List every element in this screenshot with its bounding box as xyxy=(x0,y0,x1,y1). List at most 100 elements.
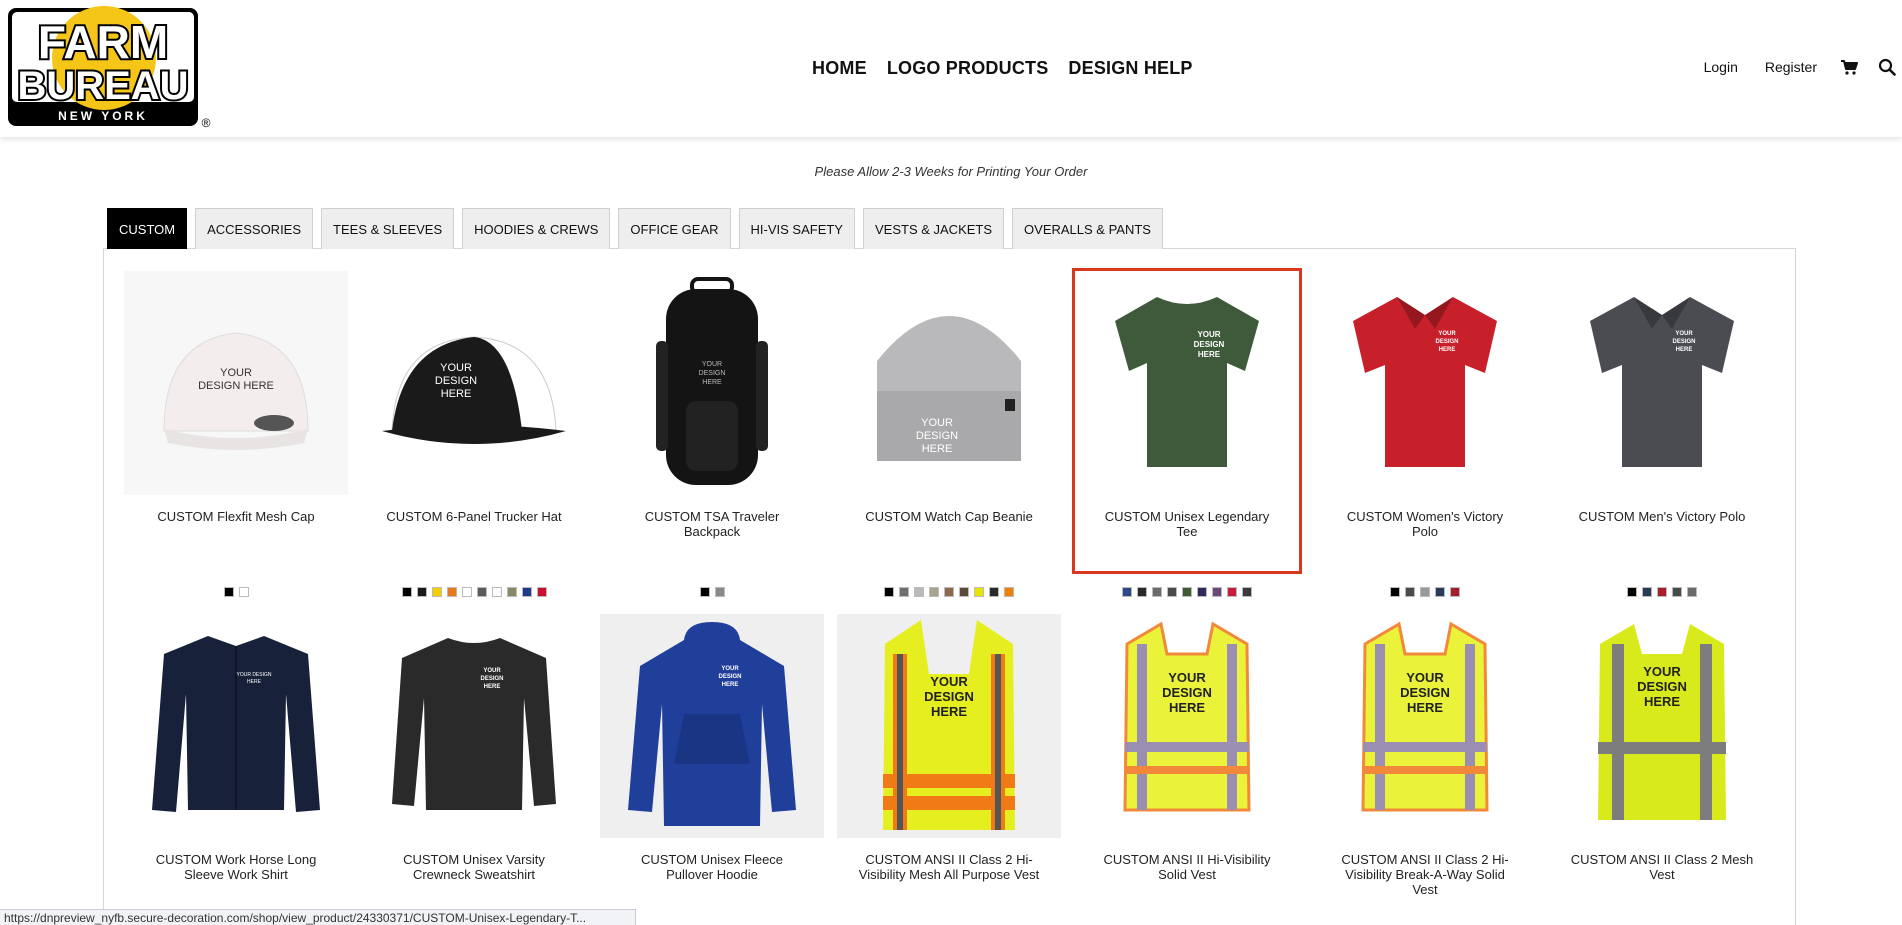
color-swatch[interactable] xyxy=(1687,587,1697,597)
color-swatch[interactable] xyxy=(446,587,457,597)
color-swatch[interactable] xyxy=(1242,587,1252,597)
color-swatch[interactable] xyxy=(959,587,969,597)
product-image[interactable]: YOURDESIGNHERE xyxy=(600,614,824,838)
color-swatch[interactable] xyxy=(1672,587,1682,597)
color-swatch[interactable] xyxy=(401,587,412,597)
product-name[interactable]: CUSTOM Unisex Legendary Tee xyxy=(1075,509,1299,539)
product-image[interactable]: YOURDESIGN HERE xyxy=(124,271,348,495)
product-name[interactable]: CUSTOM Flexfit Mesh Cap xyxy=(124,509,348,524)
color-swatch[interactable] xyxy=(521,587,532,597)
product-card[interactable]: YOUR DESIGN HERE CUSTOM Flexfit Mesh Cap xyxy=(124,271,348,571)
register-link[interactable]: Register xyxy=(1765,59,1817,75)
color-swatch[interactable] xyxy=(944,587,954,597)
color-swatch[interactable] xyxy=(431,587,442,597)
product-card[interactable]: YOUR DESIGN HERE CUSTOM Women's Victory Pol… xyxy=(1313,271,1537,571)
color-swatch[interactable] xyxy=(536,587,547,597)
color-swatch[interactable] xyxy=(974,587,984,597)
color-swatch[interactable] xyxy=(506,587,517,597)
product-image[interactable]: YOURDESIGNHERE xyxy=(1550,271,1774,495)
product-name[interactable]: CUSTOM ANSI II Class 2 Hi-Visibility Bre… xyxy=(1313,852,1537,897)
color-swatch[interactable] xyxy=(929,587,939,597)
product-name[interactable]: CUSTOM Men's Victory Polo xyxy=(1550,509,1774,524)
color-swatch[interactable] xyxy=(1435,587,1445,597)
cart-icon[interactable] xyxy=(1840,58,1858,76)
tab-vests-jackets[interactable]: VESTS & JACKETS xyxy=(862,208,1005,249)
product-card[interactable]: YOUR DESIGN HERE CUSTOM 6-Panel Trucker Hat xyxy=(362,271,586,571)
color-swatch[interactable] xyxy=(1642,587,1652,597)
product-name[interactable]: CUSTOM 6-Panel Trucker Hat xyxy=(362,509,586,524)
product-card[interactable]: YOUR DESIGN HERE CUSTOM ANSI II Class 2 Hi-… xyxy=(1313,614,1537,925)
product-image[interactable]: YOURDESIGNHERE xyxy=(362,271,586,495)
product-image[interactable]: YOURDESIGNHERE xyxy=(837,271,1061,495)
color-swatch[interactable] xyxy=(899,587,909,597)
tab-hi-vis-safety[interactable]: HI-VIS SAFETY xyxy=(738,208,855,249)
color-swatch[interactable] xyxy=(491,587,502,597)
color-swatch[interactable] xyxy=(1212,587,1222,597)
nav-logo-products[interactable]: LOGO PRODUCTS xyxy=(887,58,1049,79)
product-card[interactable]: YOUR DESIGN HERE CUSTOM Unisex Fleece Pullo… xyxy=(600,614,824,925)
color-swatch[interactable] xyxy=(461,587,472,597)
product-image[interactable]: YOURDESIGNHERE xyxy=(1313,614,1537,838)
product-image[interactable]: YOURDESIGNHERE xyxy=(1313,271,1537,495)
product-name[interactable]: CUSTOM ANSI II Class 2 Mesh Vest xyxy=(1550,852,1774,882)
product-image[interactable]: YOURDESIGNHERE xyxy=(600,271,824,495)
color-swatch[interactable] xyxy=(1450,587,1460,597)
search-icon[interactable] xyxy=(1878,58,1896,76)
nav-design-help[interactable]: DESIGN HELP xyxy=(1068,58,1192,79)
product-name[interactable]: CUSTOM Unisex Varsity Crewneck Sweatshir… xyxy=(362,852,586,882)
product-card[interactable]: YOUR DESIGN HERE CUSTOM Men's Victory Polo xyxy=(1550,271,1774,571)
color-swatch[interactable] xyxy=(1182,587,1192,597)
product-card[interactable]: YOUR DESIGN HERE CUSTOM Unisex Legendary Te… xyxy=(1072,268,1302,574)
color-swatch[interactable] xyxy=(1420,587,1430,597)
product-name[interactable]: CUSTOM ANSI II Class 2 Hi-Visibility Mes… xyxy=(837,852,1061,882)
tab-overalls-pants[interactable]: OVERALLS & PANTS xyxy=(1012,208,1163,249)
color-swatch[interactable] xyxy=(1657,587,1667,597)
tab-tees-sleeves[interactable]: TEES & SLEEVES xyxy=(321,208,455,249)
product-name[interactable]: CUSTOM Unisex Fleece Pullover Hoodie xyxy=(600,852,824,882)
color-swatch[interactable] xyxy=(1004,587,1014,597)
color-swatch[interactable] xyxy=(714,587,725,597)
product-name[interactable]: CUSTOM Women's Victory Polo xyxy=(1313,509,1537,539)
color-swatch[interactable] xyxy=(416,587,427,597)
color-swatch[interactable] xyxy=(1627,587,1637,597)
color-swatch[interactable] xyxy=(238,587,249,597)
tab-office-gear[interactable]: OFFICE GEAR xyxy=(618,208,731,249)
tab-accessories[interactable]: ACCESSORIES xyxy=(195,208,314,249)
farm-bureau-logo[interactable]: FARM BUREAU NEW YORK ® xyxy=(6,6,214,130)
tab-hoodies-crews[interactable]: HOODIES & CREWS xyxy=(462,208,611,249)
product-name[interactable]: CUSTOM Work Horse Long Sleeve Work Shirt xyxy=(124,852,348,882)
tab-custom[interactable]: CUSTOM xyxy=(107,208,188,249)
login-link[interactable]: Login xyxy=(1704,59,1738,75)
product-card[interactable]: YOUR DESIGN HERE CUSTOM ANSI II Class 2 Mes… xyxy=(1550,614,1774,925)
color-swatch[interactable] xyxy=(1390,587,1400,597)
color-swatch[interactable] xyxy=(1167,587,1177,597)
product-card[interactable]: YOUR DESIGN HERE CUSTOM Unisex Varsity Crew… xyxy=(362,614,586,925)
product-card[interactable]: YOUR DESIGN HERE CUSTOM ANSI II Hi-Visibili… xyxy=(1075,614,1299,925)
color-swatch[interactable] xyxy=(1122,587,1132,597)
color-swatch[interactable] xyxy=(989,587,999,597)
color-swatch[interactable] xyxy=(476,587,487,597)
product-image[interactable]: YOURDESIGNHERE xyxy=(837,614,1061,838)
product-card[interactable]: YOUR DESIGN HERE CUSTOM TSA Traveler Backpa… xyxy=(600,271,824,571)
color-swatch[interactable] xyxy=(1137,587,1147,597)
color-swatch[interactable] xyxy=(1405,587,1415,597)
color-swatch[interactable] xyxy=(914,587,924,597)
product-image[interactable]: YOURDESIGNHERE xyxy=(1075,614,1299,838)
color-swatch[interactable] xyxy=(884,587,894,597)
product-image[interactable]: YOURDESIGNHERE xyxy=(1075,271,1299,495)
product-card[interactable]: YOUR DESIGN HERE CUSTOM Work Horse Long Sl… xyxy=(124,614,348,925)
product-image[interactable]: YOUR DESIGNHERE xyxy=(124,614,348,838)
color-swatch[interactable] xyxy=(1227,587,1237,597)
product-name[interactable]: CUSTOM ANSI II Hi-Visibility Solid Vest xyxy=(1075,852,1299,882)
product-image[interactable]: YOURDESIGNHERE xyxy=(1550,614,1774,838)
nav-home[interactable]: HOME xyxy=(812,58,867,79)
color-swatch[interactable] xyxy=(1152,587,1162,597)
product-image[interactable]: YOURDESIGNHERE xyxy=(362,614,586,838)
product-card[interactable]: YOUR DESIGN HERE CUSTOM ANSI II Class 2 Hi-… xyxy=(837,614,1061,925)
color-swatch[interactable] xyxy=(1197,587,1207,597)
color-swatch[interactable] xyxy=(699,587,710,597)
product-name[interactable]: CUSTOM TSA Traveler Backpack xyxy=(600,509,824,539)
color-swatch[interactable] xyxy=(223,587,234,597)
product-name[interactable]: CUSTOM Watch Cap Beanie xyxy=(837,509,1061,524)
product-card[interactable]: YOUR DESIGN HERE CUSTOM Watch Cap Beanie xyxy=(837,271,1061,571)
